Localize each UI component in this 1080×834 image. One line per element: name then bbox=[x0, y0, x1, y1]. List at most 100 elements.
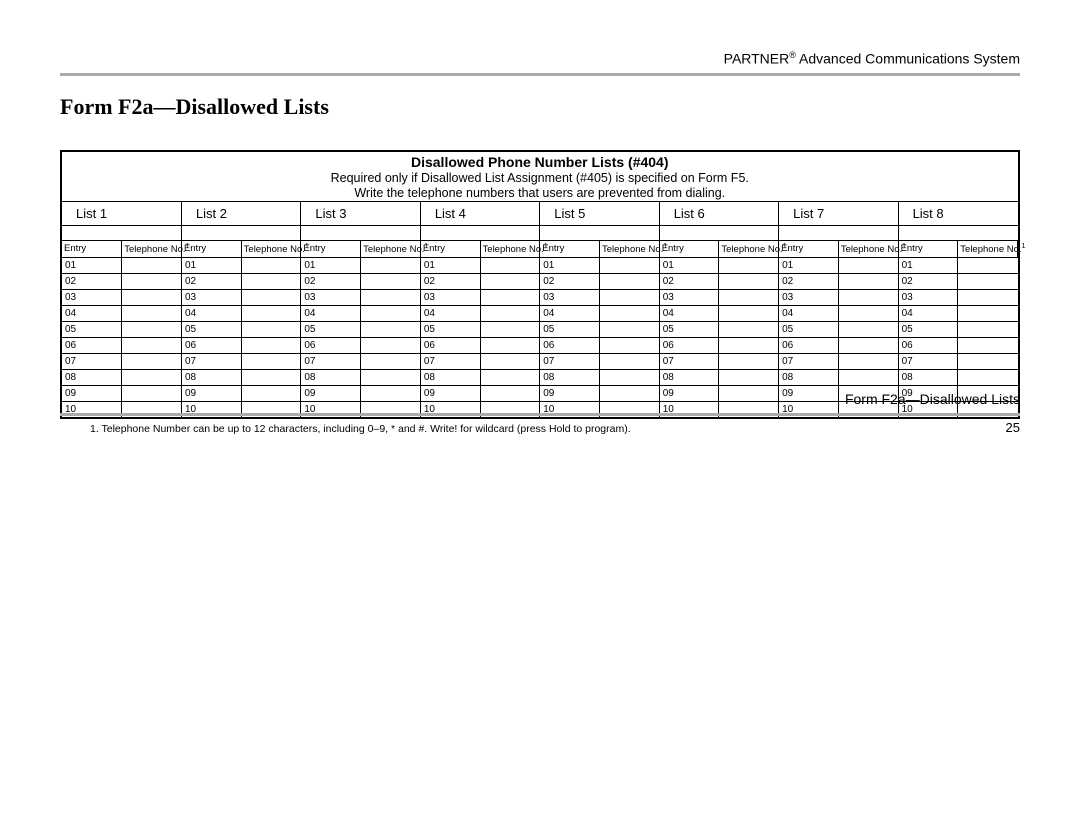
col-telephone: Telephone No.1 bbox=[361, 240, 421, 257]
entry-cell: 03 bbox=[301, 289, 361, 305]
entry-cell: 03 bbox=[779, 289, 839, 305]
list-header: List 5 bbox=[540, 201, 659, 225]
system-name: Advanced Communications System bbox=[796, 51, 1020, 67]
telephone-cell bbox=[838, 257, 898, 273]
entry-cell: 05 bbox=[301, 321, 361, 337]
spacer-cell bbox=[540, 225, 659, 240]
entry-cell: 08 bbox=[62, 369, 122, 385]
entry-cell: 05 bbox=[779, 321, 839, 337]
table-row: 0404040404040404 bbox=[62, 305, 1018, 321]
telephone-cell bbox=[241, 369, 301, 385]
registered-mark: ® bbox=[789, 50, 796, 60]
telephone-cell bbox=[361, 369, 421, 385]
entry-cell: 08 bbox=[540, 369, 600, 385]
telephone-cell bbox=[241, 337, 301, 353]
table-title: Disallowed Phone Number Lists (#404) bbox=[62, 152, 1018, 171]
entry-cell: 04 bbox=[779, 305, 839, 321]
entry-cell: 07 bbox=[540, 353, 600, 369]
brand: PARTNER bbox=[724, 51, 790, 67]
entry-cell: 04 bbox=[540, 305, 600, 321]
col-entry: Entry bbox=[659, 240, 719, 257]
col-entry: Entry bbox=[540, 240, 600, 257]
telephone-cell bbox=[958, 305, 1018, 321]
list-header: List 6 bbox=[659, 201, 778, 225]
col-telephone: Telephone No.1 bbox=[241, 240, 301, 257]
entry-cell: 01 bbox=[420, 257, 480, 273]
telephone-cell bbox=[480, 305, 540, 321]
entry-cell: 02 bbox=[540, 273, 600, 289]
telephone-cell bbox=[241, 321, 301, 337]
entry-cell: 06 bbox=[181, 337, 241, 353]
top-divider bbox=[60, 73, 1020, 76]
col-entry: Entry bbox=[779, 240, 839, 257]
entry-cell: 05 bbox=[659, 321, 719, 337]
telephone-cell bbox=[480, 337, 540, 353]
entry-cell: 02 bbox=[898, 273, 958, 289]
telephone-cell bbox=[719, 321, 779, 337]
telephone-cell bbox=[958, 353, 1018, 369]
entry-cell: 06 bbox=[659, 337, 719, 353]
entry-cell: 01 bbox=[779, 257, 839, 273]
telephone-cell bbox=[241, 305, 301, 321]
telephone-cell bbox=[958, 257, 1018, 273]
entry-cell: 03 bbox=[181, 289, 241, 305]
telephone-cell bbox=[719, 369, 779, 385]
telephone-cell bbox=[599, 273, 659, 289]
entry-cell: 01 bbox=[301, 257, 361, 273]
col-telephone: Telephone No.1 bbox=[122, 240, 182, 257]
table-row: 0606060606060606 bbox=[62, 337, 1018, 353]
telephone-cell bbox=[122, 353, 182, 369]
col-telephone: Telephone No.1 bbox=[599, 240, 659, 257]
list-header: List 2 bbox=[181, 201, 300, 225]
entry-cell: 04 bbox=[898, 305, 958, 321]
col-telephone: Telephone No.1 bbox=[838, 240, 898, 257]
telephone-cell bbox=[480, 273, 540, 289]
telephone-cell bbox=[719, 273, 779, 289]
telephone-cell bbox=[599, 257, 659, 273]
list-header: List 1 bbox=[62, 201, 181, 225]
telephone-cell bbox=[599, 353, 659, 369]
telephone-cell bbox=[838, 369, 898, 385]
entry-cell: 03 bbox=[659, 289, 719, 305]
telephone-cell bbox=[480, 289, 540, 305]
telephone-cell bbox=[719, 289, 779, 305]
entry-cell: 04 bbox=[62, 305, 122, 321]
telephone-cell bbox=[838, 273, 898, 289]
entry-cell: 06 bbox=[420, 337, 480, 353]
entry-cell: 06 bbox=[62, 337, 122, 353]
entry-cell: 01 bbox=[540, 257, 600, 273]
telephone-cell bbox=[599, 305, 659, 321]
telephone-cell bbox=[838, 305, 898, 321]
entry-cell: 03 bbox=[898, 289, 958, 305]
entry-cell: 05 bbox=[181, 321, 241, 337]
spacer-cell bbox=[181, 225, 300, 240]
telephone-cell bbox=[361, 289, 421, 305]
telephone-cell bbox=[480, 353, 540, 369]
table-row: 0707070707070707 bbox=[62, 353, 1018, 369]
telephone-cell bbox=[480, 369, 540, 385]
col-entry: Entry bbox=[301, 240, 361, 257]
entry-cell: 01 bbox=[898, 257, 958, 273]
col-entry: Entry bbox=[898, 240, 958, 257]
telephone-cell bbox=[122, 337, 182, 353]
table-sub1: Required only if Disallowed List Assignm… bbox=[62, 171, 1018, 186]
footer-label: Form F2a—Disallowed Lists bbox=[60, 391, 1020, 407]
telephone-cell bbox=[838, 321, 898, 337]
telephone-cell bbox=[122, 257, 182, 273]
list-header: List 4 bbox=[420, 201, 539, 225]
disallowed-lists-table: Disallowed Phone Number Lists (#404) Req… bbox=[60, 150, 1020, 419]
telephone-cell bbox=[361, 337, 421, 353]
entry-cell: 04 bbox=[301, 305, 361, 321]
telephone-cell bbox=[838, 337, 898, 353]
telephone-cell bbox=[599, 289, 659, 305]
telephone-cell bbox=[122, 273, 182, 289]
telephone-cell bbox=[361, 305, 421, 321]
table-row: 0101010101010101 bbox=[62, 257, 1018, 273]
entry-cell: 07 bbox=[181, 353, 241, 369]
entry-cell: 06 bbox=[779, 337, 839, 353]
telephone-cell bbox=[480, 257, 540, 273]
telephone-cell bbox=[719, 337, 779, 353]
telephone-cell bbox=[361, 273, 421, 289]
doc-header: PARTNER® Advanced Communications System bbox=[60, 50, 1020, 67]
telephone-cell bbox=[958, 273, 1018, 289]
